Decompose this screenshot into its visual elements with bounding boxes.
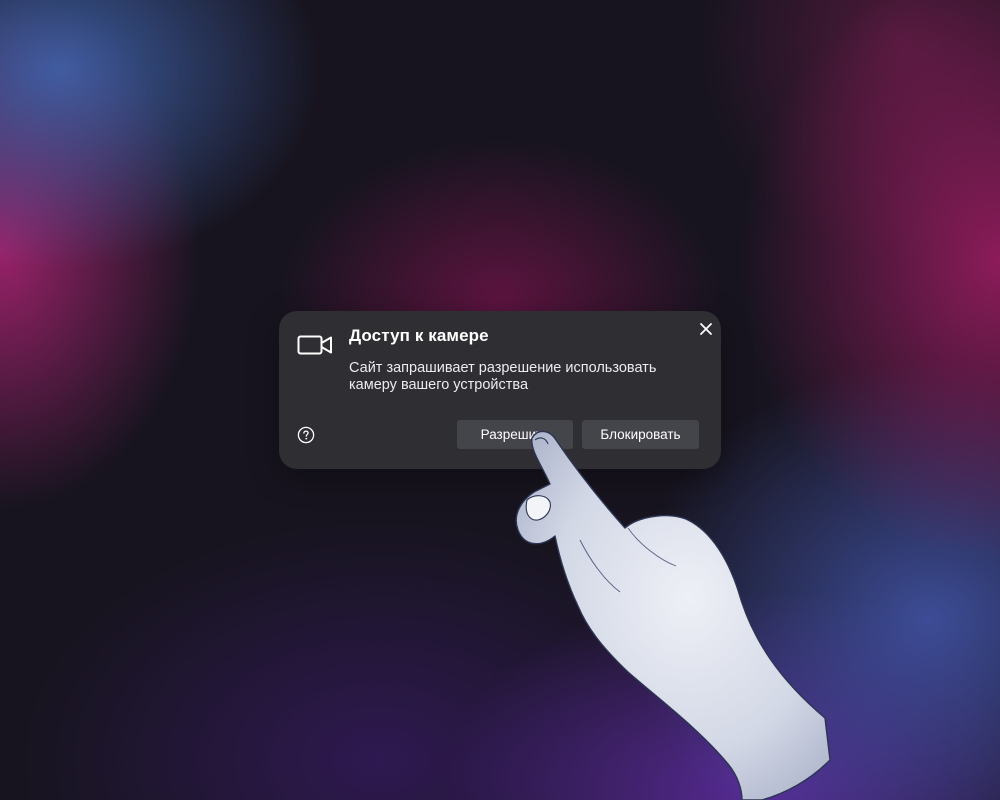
dialog-description: Сайт запрашивает разрешение использовать… xyxy=(349,360,657,393)
dialog-title: Доступ к камере xyxy=(349,326,489,345)
block-button[interactable]: Блокировать xyxy=(582,420,699,449)
close-icon[interactable] xyxy=(697,320,715,338)
question-circle-icon[interactable] xyxy=(297,426,315,444)
allow-button[interactable]: Разрешить xyxy=(457,420,573,449)
camera-permission-dialog: Доступ к камере Сайт запрашивает разреше… xyxy=(279,311,721,469)
video-camera-icon xyxy=(297,335,332,355)
